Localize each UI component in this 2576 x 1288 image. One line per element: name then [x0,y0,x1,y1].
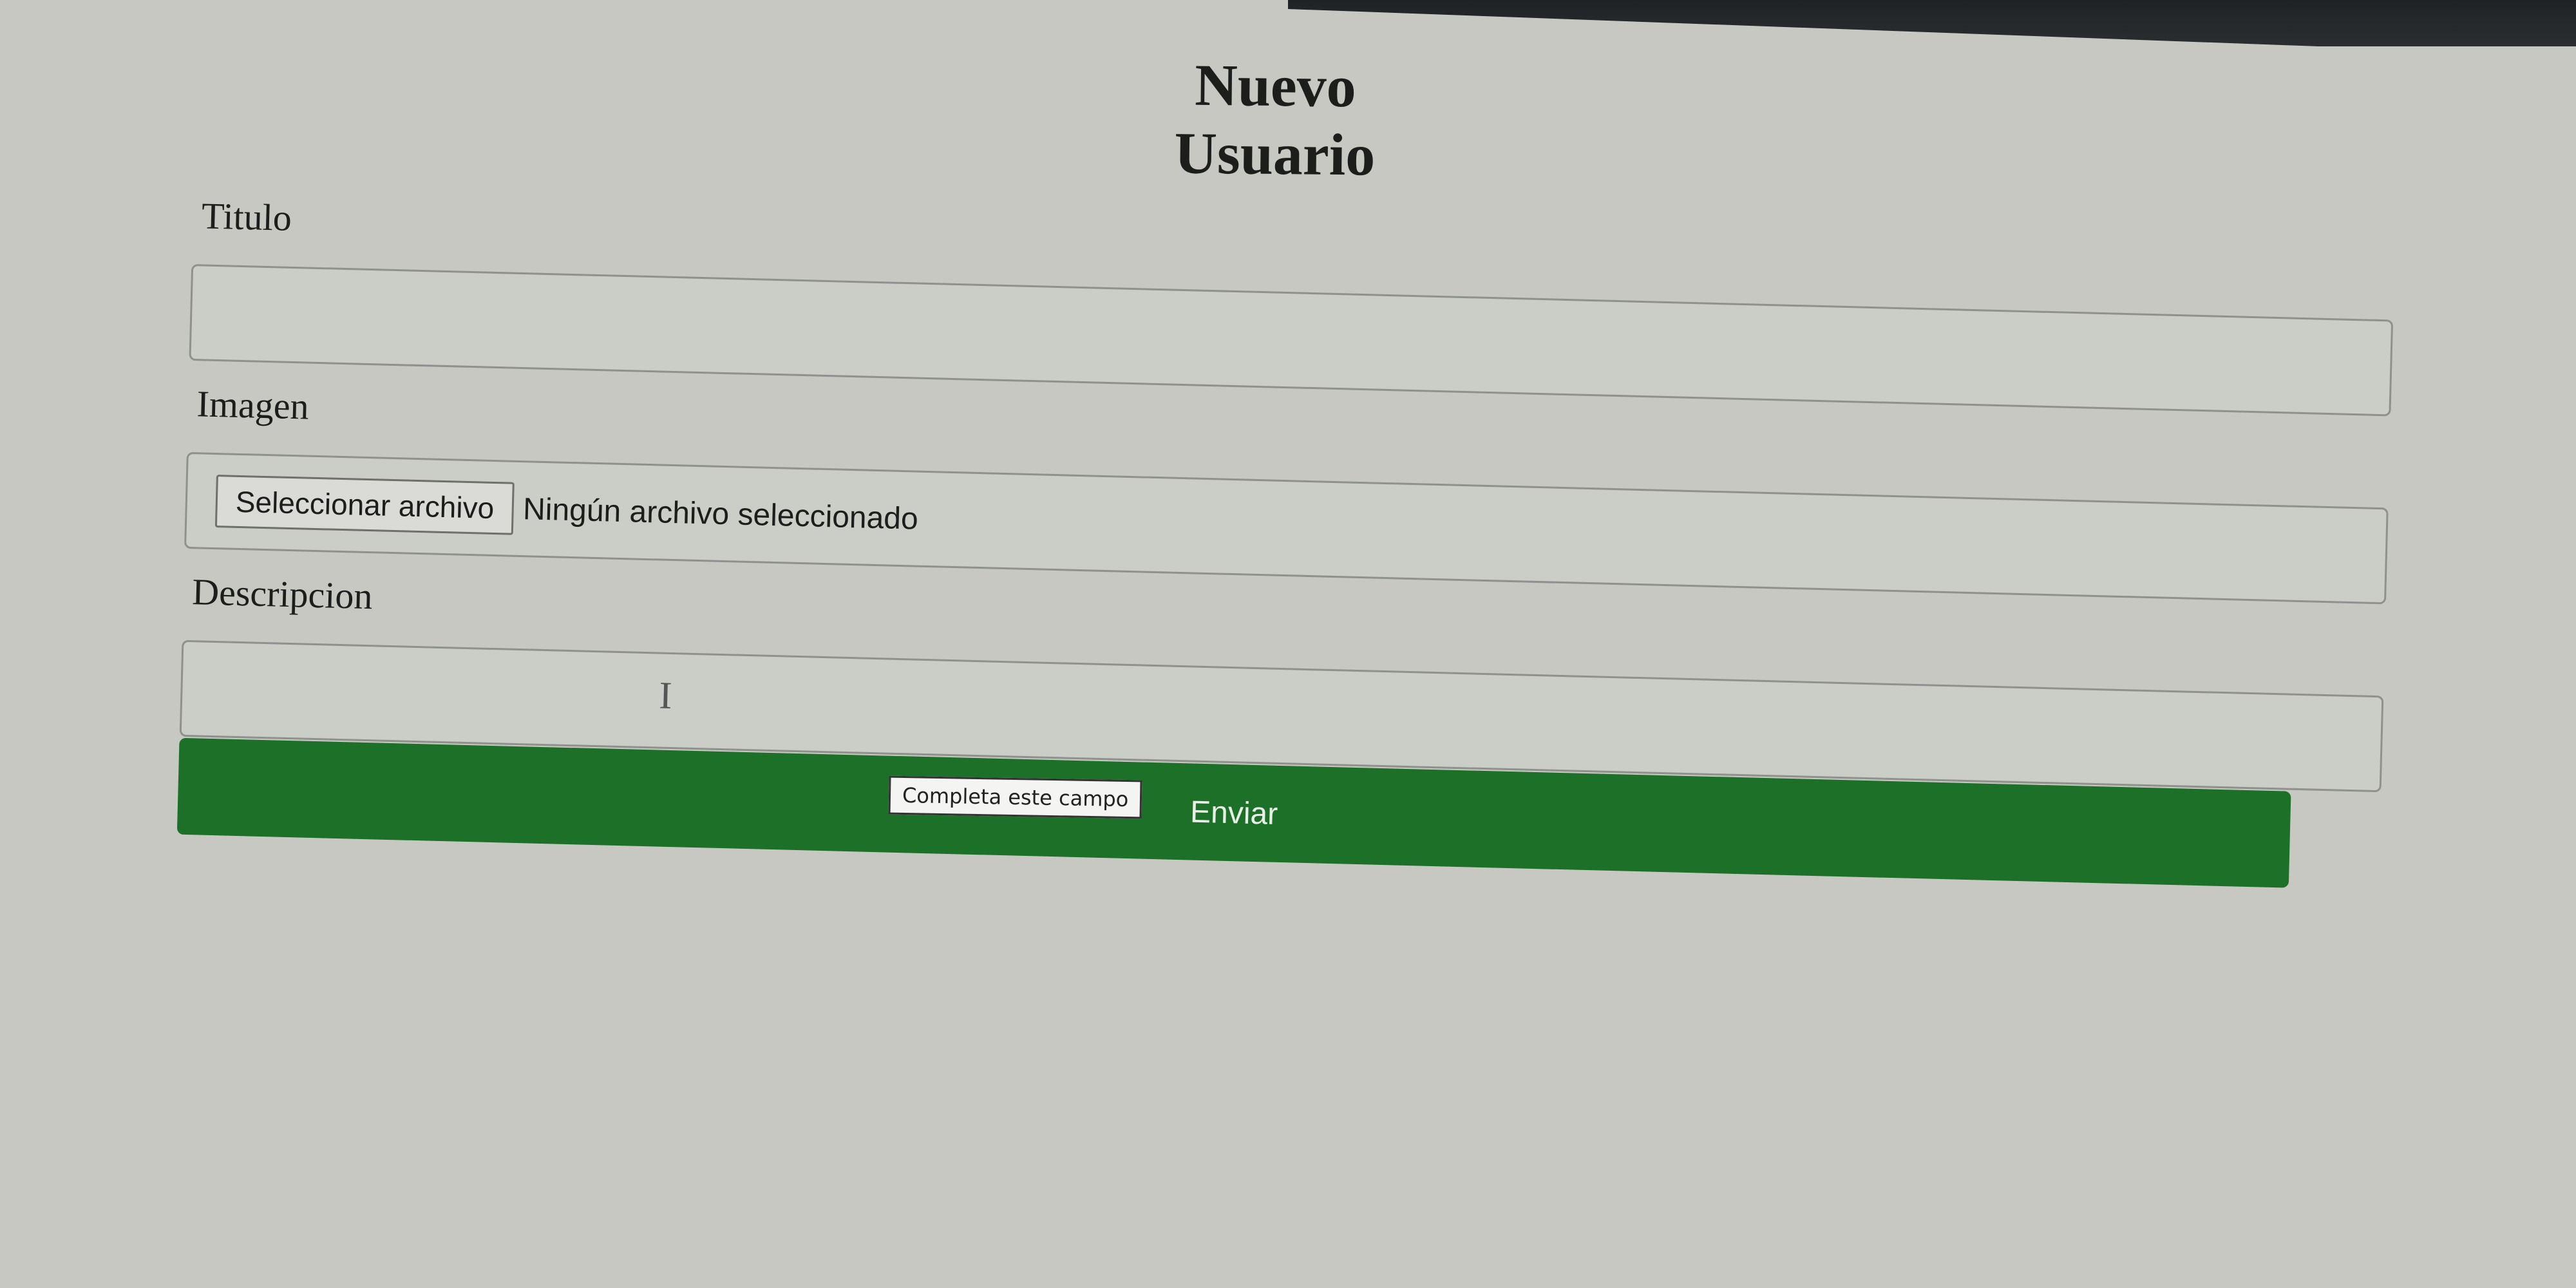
new-user-form: Titulo Imagen Seleccionar archivo Ningún… [176,193,2395,890]
page-title: Nuevo Usuario [1174,52,1376,188]
text-cursor-icon: I [658,674,673,717]
new-user-page: Nuevo Usuario Titulo Imagen Seleccionar … [0,0,2576,1288]
validation-tooltip: Completa este campo [888,775,1142,819]
select-file-button[interactable]: Seleccionar archivo [214,475,515,535]
file-status-text: Ningún archivo seleccionado [522,491,919,536]
